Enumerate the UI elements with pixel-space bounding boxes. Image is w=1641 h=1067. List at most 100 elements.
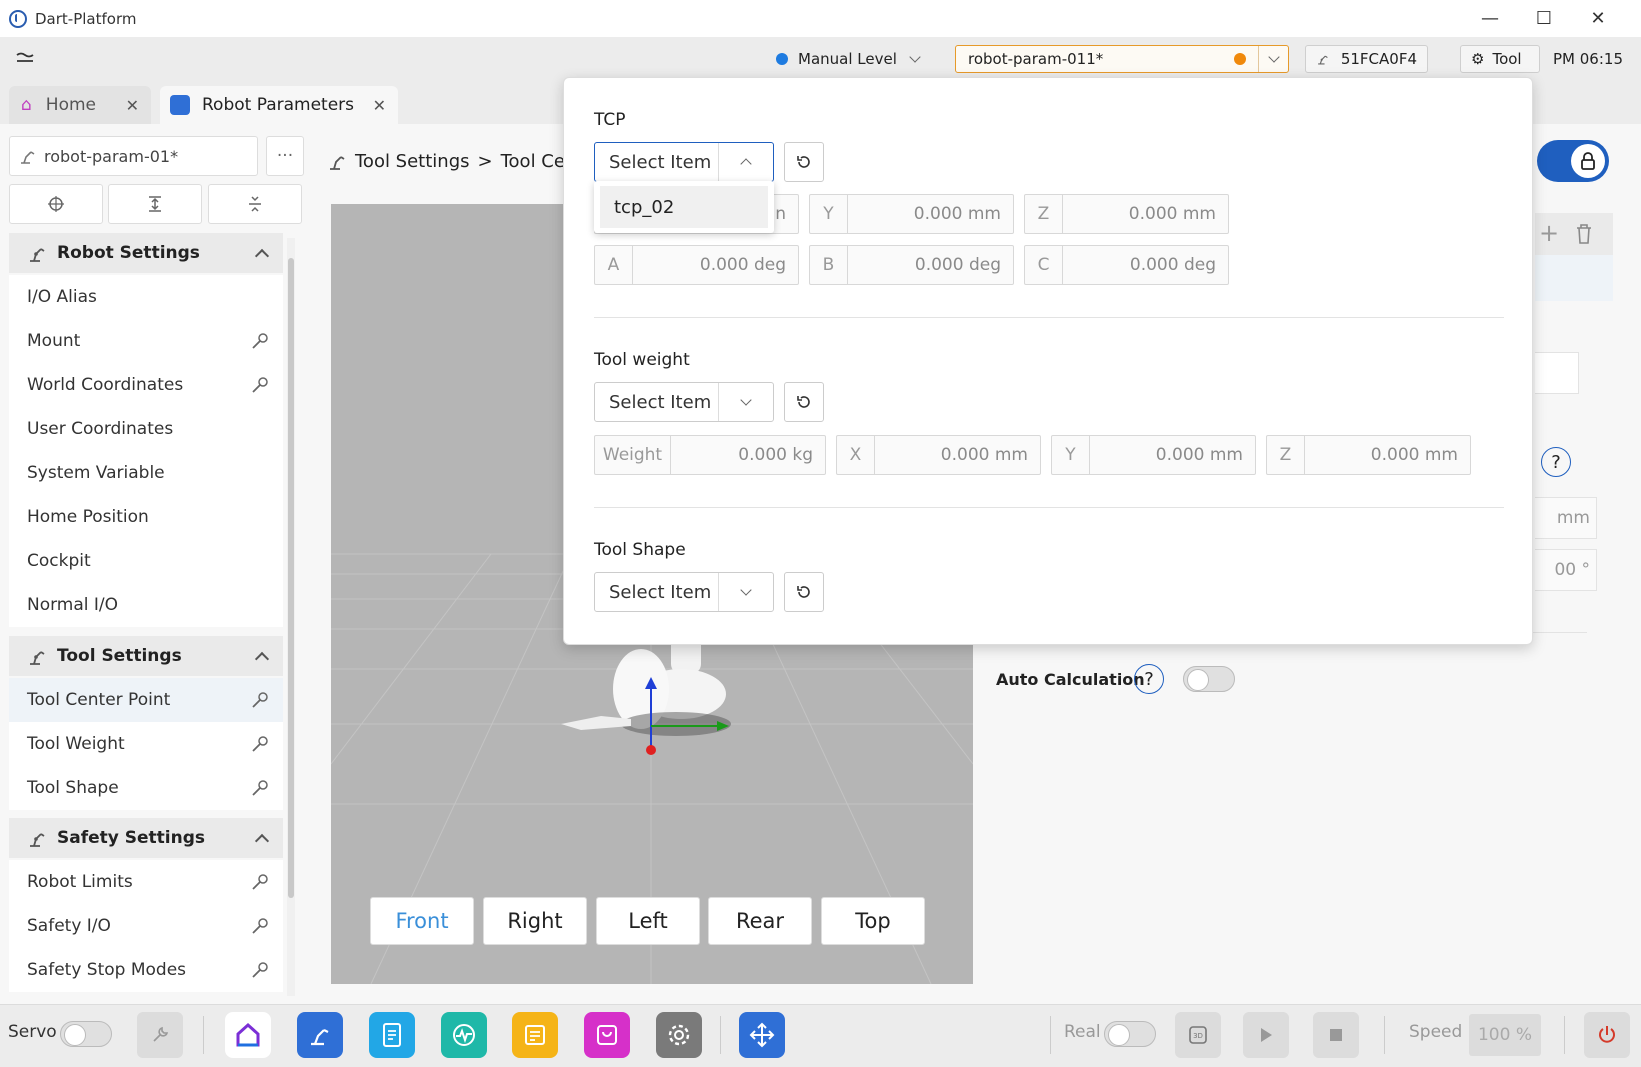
- group-title: Safety Settings: [57, 828, 206, 848]
- tcp-c-field[interactable]: C 0.000 deg: [1024, 245, 1229, 285]
- field-label: X: [837, 436, 875, 474]
- key-icon: [252, 333, 268, 349]
- play-button[interactable]: [1243, 1012, 1289, 1058]
- tcp-option-tcp-02[interactable]: tcp_02: [600, 186, 768, 228]
- table-row-selected[interactable]: [1535, 255, 1613, 301]
- tool-weight-y-field[interactable]: Y 0.000 mm: [1051, 435, 1256, 475]
- help-icon[interactable]: ?: [1541, 447, 1571, 477]
- manual-level-label: Manual Level: [798, 50, 897, 68]
- menu-toggle-icon[interactable]: [16, 45, 34, 73]
- sidebar-item-mount[interactable]: Mount: [9, 319, 283, 363]
- sidebar-scrollbar[interactable]: [287, 238, 295, 996]
- tool-weight-z-field[interactable]: Z 0.000 mm: [1266, 435, 1471, 475]
- sidebar-item-home-position[interactable]: Home Position: [9, 495, 283, 539]
- view-rear-button[interactable]: Rear: [708, 897, 812, 945]
- close-icon[interactable]: ✕: [373, 96, 386, 115]
- reset-icon: [797, 156, 810, 168]
- sidebar-item-label: Safety Stop Modes: [27, 960, 187, 980]
- stop-button[interactable]: [1313, 1012, 1359, 1058]
- more-options-button[interactable]: ···: [266, 136, 304, 176]
- tcp-reset-button[interactable]: [784, 142, 824, 182]
- monitoring-app-icon[interactable]: [441, 1012, 487, 1058]
- settings-app-icon[interactable]: [656, 1012, 702, 1058]
- window-title: Dart-Platform: [35, 9, 137, 28]
- notes-app-icon[interactable]: [512, 1012, 558, 1058]
- tcp-a-field[interactable]: A 0.000 deg: [594, 245, 799, 285]
- trash-icon[interactable]: [1575, 223, 1593, 245]
- tool-button[interactable]: ⚙ Tool: [1460, 45, 1540, 73]
- target-view-button[interactable]: [9, 184, 103, 224]
- view-left-button[interactable]: Left: [596, 897, 700, 945]
- speed-value[interactable]: 100 %: [1469, 1014, 1541, 1056]
- hidden-input[interactable]: [1535, 352, 1579, 394]
- power-icon: [1599, 1026, 1615, 1043]
- expand-all-button[interactable]: [108, 184, 202, 224]
- field-value: 0.000 mm: [1155, 445, 1243, 465]
- store-app-icon[interactable]: [584, 1012, 630, 1058]
- servo-toggle[interactable]: [60, 1021, 112, 1047]
- tool-button-label: Tool: [1492, 50, 1522, 68]
- tool-weight-select[interactable]: Select Item: [594, 382, 774, 422]
- tcp-y-field[interactable]: Y 0.000 mm: [809, 194, 1014, 234]
- document-app-icon[interactable]: [369, 1012, 415, 1058]
- manual-level-indicator-icon: [776, 53, 788, 65]
- wrench-button[interactable]: [137, 1012, 183, 1058]
- view-front-button[interactable]: Front: [370, 897, 474, 945]
- auto-calculation-toggle[interactable]: [1183, 666, 1235, 692]
- breadcrumb-separator: >: [477, 150, 493, 172]
- sidebar-item-normal-io[interactable]: Normal I/O: [9, 583, 283, 627]
- sidebar-item-robot-limits[interactable]: Robot Limits: [9, 860, 283, 904]
- robot-arm-icon: [1318, 55, 1328, 65]
- sidebar-item-safety-stop-modes[interactable]: Safety Stop Modes: [9, 948, 283, 992]
- sidebar-item-cockpit[interactable]: Cockpit: [9, 539, 283, 583]
- manual-level-dropdown[interactable]: Manual Level: [776, 45, 921, 73]
- real-toggle[interactable]: [1104, 1021, 1156, 1047]
- close-icon[interactable]: ✕: [126, 96, 139, 115]
- robot-parameters-app-icon[interactable]: [297, 1012, 343, 1058]
- param-file-dropdown-button[interactable]: [1258, 46, 1288, 72]
- group-header-robot-settings[interactable]: Robot Settings: [9, 233, 283, 273]
- device-id-badge: 51FCA0F4: [1305, 45, 1428, 73]
- help-icon[interactable]: ?: [1134, 664, 1164, 694]
- tool-shape-reset-button[interactable]: [784, 572, 824, 612]
- sidebar-item-user-coordinates[interactable]: User Coordinates: [9, 407, 283, 451]
- tcp-z-field[interactable]: Z 0.000 mm: [1024, 194, 1229, 234]
- breadcrumb-tool-settings[interactable]: Tool Settings: [355, 151, 470, 172]
- tool-weight-x-field[interactable]: X 0.000 mm: [836, 435, 1041, 475]
- jog-move-app-icon[interactable]: [739, 1012, 785, 1058]
- stop-icon: [1330, 1029, 1342, 1041]
- tool-weight-select-value: Select Item: [595, 383, 719, 421]
- sidebar-item-safety-io[interactable]: Safety I/O: [9, 904, 283, 948]
- field-value: 0.000 deg: [1129, 255, 1216, 275]
- tcp-b-field[interactable]: B 0.000 deg: [809, 245, 1014, 285]
- field-value: 0.000 deg: [699, 255, 786, 275]
- collapse-all-button[interactable]: [208, 184, 302, 224]
- tab-robot-parameters[interactable]: Robot Parameters ✕: [160, 86, 398, 124]
- group-header-tool-settings[interactable]: Tool Settings: [9, 636, 283, 676]
- sidebar-item-world-coordinates[interactable]: World Coordinates: [9, 363, 283, 407]
- home-app-icon[interactable]: [225, 1012, 271, 1058]
- lock-toggle[interactable]: [1537, 140, 1609, 182]
- sidebar-item-tool-center-point[interactable]: Tool Center Point: [9, 678, 283, 722]
- view-top-button[interactable]: Top: [821, 897, 925, 945]
- group-header-safety-settings[interactable]: Safety Settings: [9, 818, 283, 858]
- param-file-selector[interactable]: robot-param-011*: [955, 45, 1289, 73]
- close-window-button[interactable]: ✕: [1571, 0, 1625, 37]
- 3d-view-button[interactable]: 3D: [1175, 1012, 1221, 1058]
- tool-shape-select[interactable]: Select Item: [594, 572, 774, 612]
- power-button[interactable]: [1584, 1012, 1630, 1058]
- minimize-button[interactable]: —: [1463, 0, 1517, 37]
- tool-weight-weight-field[interactable]: Weight 0.000 kg: [594, 435, 826, 475]
- tool-weight-reset-button[interactable]: [784, 382, 824, 422]
- add-icon[interactable]: +: [1539, 219, 1559, 247]
- tcp-select[interactable]: Select Item: [594, 142, 774, 182]
- maximize-button[interactable]: ☐: [1517, 0, 1571, 37]
- view-right-button[interactable]: Right: [483, 897, 587, 945]
- sidebar-item-tool-shape[interactable]: Tool Shape: [9, 766, 283, 810]
- sidebar-file-field[interactable]: robot-param-01*: [9, 136, 258, 176]
- sidebar-item-io-alias[interactable]: I/O Alias: [9, 275, 283, 319]
- tab-home[interactable]: ⌂ Home ✕: [9, 86, 151, 124]
- scrollbar-thumb[interactable]: [288, 258, 294, 898]
- sidebar-item-tool-weight[interactable]: Tool Weight: [9, 722, 283, 766]
- sidebar-item-system-variable[interactable]: System Variable: [9, 451, 283, 495]
